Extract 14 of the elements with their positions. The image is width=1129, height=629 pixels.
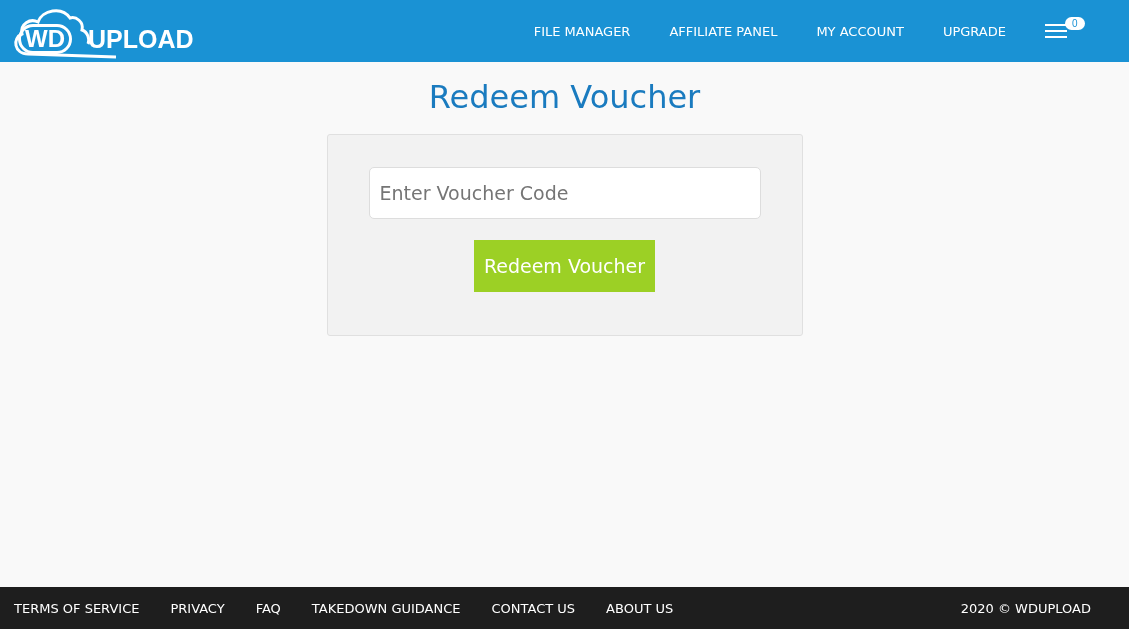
footer-link[interactable]: PRIVACY (170, 600, 225, 616)
menu-button[interactable]: 0 (1045, 17, 1089, 45)
footer-link[interactable]: TERMS OF SERVICE (14, 600, 140, 616)
footer-link[interactable]: ABOUT US (606, 600, 674, 616)
logo-text: UPLOAD (88, 26, 194, 52)
copyright-text: 2020 © WDUPLOAD (960, 600, 1091, 616)
menu-icon (1045, 23, 1067, 39)
page-title: Redeem Voucher (428, 78, 701, 116)
voucher-code-field[interactable]: Enter Voucher Code (368, 167, 761, 219)
footer-link[interactable]: CONTACT US (491, 600, 576, 616)
footer-link[interactable]: TAKEDOWN GUIDANCE (311, 600, 461, 616)
count-badge: 0 (1065, 17, 1085, 30)
logo-text: WD (18, 24, 72, 54)
footer-link[interactable]: FAQ (255, 600, 281, 616)
